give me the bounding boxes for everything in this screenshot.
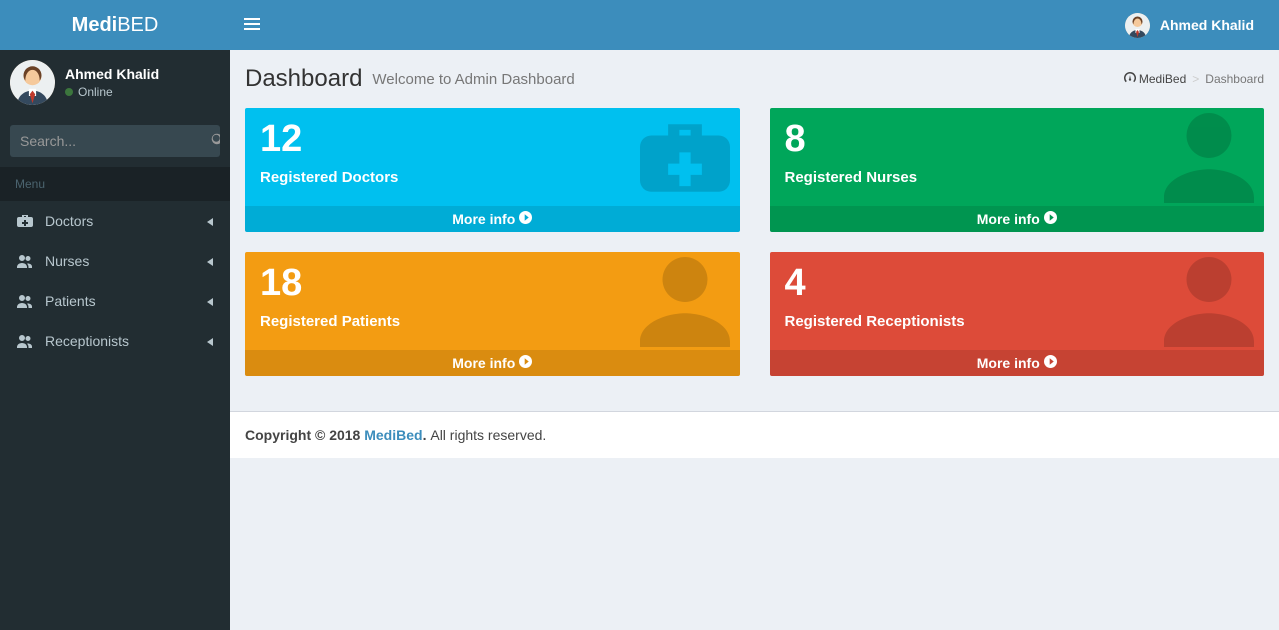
card-label: Registered Patients [260,313,725,330]
search-icon [211,133,220,150]
sidebar-item-label: Patients [45,293,96,309]
sidebar-item-patients[interactable]: Patients [0,281,230,321]
arrow-circle-icon [1044,211,1057,227]
menu-header: Menu [0,167,230,201]
sidebar-item-doctors[interactable]: Doctors [0,201,230,241]
top-navbar: Ahmed Khalid [230,0,1279,50]
sidebar-item-label: Receptionists [45,333,129,349]
page-title: Dashboard [245,65,362,93]
card-link-label: More info [977,355,1040,371]
card-more-link[interactable]: More info [245,350,740,376]
header-user-name: Ahmed Khalid [1160,17,1254,33]
dashboard-icon [1124,72,1139,87]
users-icon [15,253,35,269]
card-label: Registered Nurses [785,169,1250,186]
sidebar-search [0,115,230,167]
logo-bold: Medi [72,14,118,36]
sidebar-menu: Doctors Nurses Patients [0,201,230,361]
sidebar-item-receptionists[interactable]: Receptionists [0,321,230,361]
chevron-left-icon [207,293,215,309]
content-header: Dashboard Welcome to Admin Dashboard Med… [230,50,1279,108]
sidebar-item-label: Nurses [45,253,89,269]
breadcrumb-root-label: MediBed [1139,72,1186,86]
sidebar-user-name: Ahmed Khalid [65,66,159,82]
card-value: 18 [260,262,725,305]
search-input[interactable] [10,125,211,157]
main-footer: Copyright © 2018 MediBed. All rights res… [230,411,1279,458]
status-text: Online [78,85,113,99]
footer-brand-link[interactable]: MediBed [364,427,422,443]
users-icon [15,333,35,349]
main-sidebar: Ahmed Khalid Online Menu Doctors [0,0,230,630]
card-link-label: More info [452,355,515,371]
chevron-left-icon [207,213,215,229]
avatar-icon [10,60,55,105]
footer-suffix: . [423,427,427,443]
status-dot-icon [65,88,73,96]
sidebar-item-label: Doctors [45,213,93,229]
card-value: 12 [260,118,725,161]
avatar-icon [1125,13,1150,38]
card-value: 4 [785,262,1250,305]
sidebar-user-panel: Ahmed Khalid Online [0,50,230,115]
sidebar-item-nurses[interactable]: Nurses [0,241,230,281]
arrow-circle-icon [519,355,532,371]
chevron-left-icon [207,253,215,269]
card-doctors: 12 Registered Doctors More info [245,108,740,232]
arrow-circle-icon [519,211,532,227]
content: 12 Registered Doctors More info 8 [230,108,1279,411]
bars-icon [244,16,260,35]
main-header: MediBED Ahmed Khalid [0,0,1279,50]
chevron-left-icon [207,333,215,349]
card-label: Registered Receptionists [785,313,1250,330]
user-menu[interactable]: Ahmed Khalid [1115,0,1264,50]
sidebar-user-status: Online [65,85,159,99]
logo-link[interactable]: MediBED [0,0,230,50]
card-link-label: More info [977,211,1040,227]
breadcrumb-separator: > [1192,72,1199,86]
breadcrumb-root[interactable]: MediBed [1124,72,1186,87]
sidebar-toggle-button[interactable] [230,0,274,50]
card-receptionists: 4 Registered Receptionists More info [770,252,1265,376]
arrow-circle-icon [1044,355,1057,371]
card-more-link[interactable]: More info [770,206,1265,232]
content-wrapper: Dashboard Welcome to Admin Dashboard Med… [230,50,1279,411]
card-more-link[interactable]: More info [245,206,740,232]
search-button[interactable] [211,125,220,157]
card-patients: 18 Registered Patients More info [245,252,740,376]
card-nurses: 8 Registered Nurses More info [770,108,1265,232]
footer-prefix: Copyright © 2018 [245,427,364,443]
breadcrumb: MediBed > Dashboard [1124,72,1264,87]
breadcrumb-active: Dashboard [1205,72,1264,86]
medkit-icon [15,213,35,229]
footer-rights: All rights reserved. [430,427,546,443]
users-icon [15,293,35,309]
card-value: 8 [785,118,1250,161]
card-more-link[interactable]: More info [770,350,1265,376]
logo-light: BED [117,14,158,36]
card-label: Registered Doctors [260,169,725,186]
page-subtitle: Welcome to Admin Dashboard [372,71,574,88]
card-link-label: More info [452,211,515,227]
